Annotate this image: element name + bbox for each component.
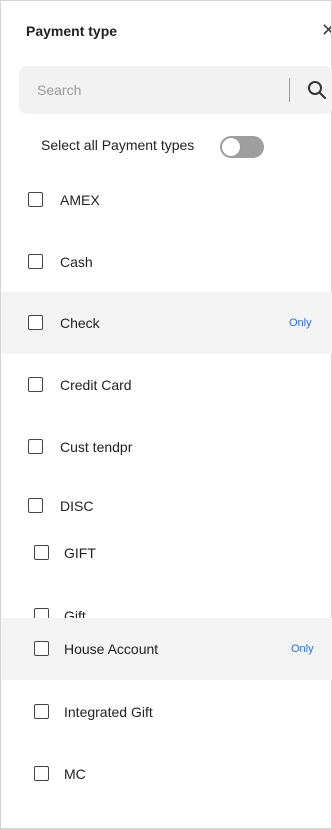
- checkbox[interactable]: [28, 254, 43, 269]
- payment-type-label: House Account: [64, 641, 159, 657]
- toggle-knob: [222, 138, 240, 156]
- checkbox[interactable]: [28, 315, 43, 330]
- checkbox[interactable]: [28, 377, 43, 392]
- checkbox[interactable]: [34, 641, 49, 656]
- checkbox[interactable]: [34, 766, 49, 781]
- panel-title: Payment type: [26, 23, 118, 39]
- payment-type-row[interactable]: Cust tendpr: [1, 416, 332, 478]
- payment-type-label: GIFT: [64, 545, 96, 561]
- close-icon[interactable]: ✕: [321, 19, 331, 41]
- search-divider: [289, 78, 290, 102]
- payment-type-label: Integrated Gift: [64, 704, 153, 720]
- only-link[interactable]: Only: [289, 315, 312, 331]
- only-link[interactable]: Only: [291, 641, 314, 657]
- payment-type-row[interactable]: MC: [1, 743, 332, 805]
- payment-type-label: DISC: [60, 498, 94, 514]
- payment-type-row[interactable]: Credit Card: [1, 354, 332, 416]
- select-all-label: Select all Payment types: [41, 137, 195, 153]
- payment-type-label: Cust tendpr: [60, 439, 133, 455]
- search-input[interactable]: [37, 80, 267, 100]
- payment-type-row[interactable]: House Account Only: [1, 618, 332, 680]
- checkbox[interactable]: [28, 439, 43, 454]
- select-all-toggle[interactable]: [220, 136, 264, 158]
- payment-type-filter-panel: Payment type ✕ Select all Payment types …: [0, 0, 332, 829]
- payment-type-label: Check: [60, 315, 100, 331]
- payment-type-row[interactable]: AMEX: [1, 169, 332, 231]
- payment-type-label: AMEX: [60, 192, 100, 208]
- payment-type-row[interactable]: Cash: [1, 231, 332, 293]
- payment-type-label: Credit Card: [60, 377, 132, 393]
- search-icon[interactable]: [306, 79, 328, 101]
- payment-type-label: Cash: [60, 254, 93, 270]
- payment-type-row[interactable]: Check Only: [1, 292, 332, 354]
- payment-type-row[interactable]: GIFT: [1, 524, 332, 582]
- search-box: [19, 66, 332, 114]
- checkbox[interactable]: [28, 498, 43, 513]
- payment-type-row[interactable]: Integrated Gift: [1, 681, 332, 743]
- checkbox[interactable]: [34, 545, 49, 560]
- payment-type-label: MC: [64, 766, 86, 782]
- checkbox[interactable]: [28, 192, 43, 207]
- checkbox[interactable]: [34, 704, 49, 719]
